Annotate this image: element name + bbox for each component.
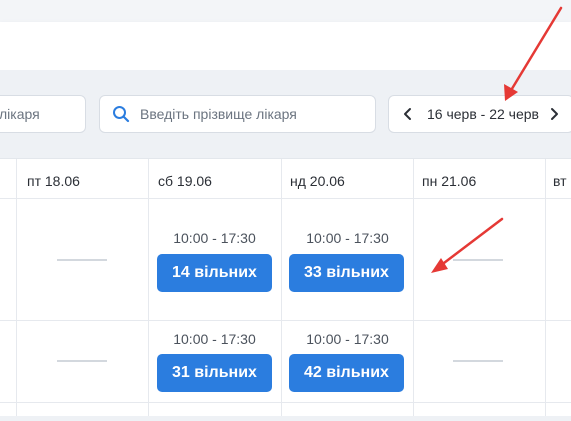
no-slots-dash: [57, 360, 107, 362]
doctor-search-input[interactable]: Введіть прізвище лікаря: [99, 95, 376, 133]
time-range: 10:00 - 17:30: [306, 230, 389, 246]
schedule-cell: 10:00 - 17:30 14 вільних: [149, 199, 280, 299]
free-slots-button[interactable]: 31 вільних: [157, 354, 272, 392]
day-header-tue: вт: [553, 173, 567, 189]
chevron-right-icon[interactable]: [549, 107, 559, 121]
doctor-search-placeholder: Введіть прізвище лікаря: [140, 106, 297, 122]
free-slots-button[interactable]: 33 вільних: [289, 254, 404, 292]
no-slots-dash: [57, 259, 107, 261]
chevron-left-icon[interactable]: [403, 107, 413, 121]
day-header-fri: пт 18.06: [27, 173, 80, 189]
no-slots-dash: [453, 259, 503, 261]
free-slots-button[interactable]: 14 вільних: [157, 254, 272, 292]
week-range-label: 16 черв - 22 черв: [427, 106, 539, 122]
specialty-placeholder: лікаря: [0, 106, 40, 122]
time-range: 10:00 - 17:30: [173, 331, 256, 347]
free-slots-button[interactable]: 42 вільних: [289, 354, 404, 392]
search-icon: [112, 105, 130, 123]
specialty-input[interactable]: лікаря: [0, 95, 86, 133]
filter-bar: лікаря Введіть прізвище лікаря 16 черв -…: [0, 70, 571, 158]
week-selector: 16 черв - 22 черв: [388, 95, 571, 133]
no-slots-dash: [453, 360, 503, 362]
schedule-cell: 10:00 - 17:30 33 вільних: [282, 199, 413, 299]
time-range: 10:00 - 17:30: [173, 230, 256, 246]
day-header-sun: нд 20.06: [290, 173, 345, 189]
day-header-sat: сб 19.06: [158, 173, 212, 189]
page-header: [0, 22, 571, 70]
time-range: 10:00 - 17:30: [306, 331, 389, 347]
schedule-cell: 10:00 - 17:30 42 вільних: [282, 321, 413, 421]
schedule-cell: 10:00 - 17:30 31 вільних: [149, 321, 280, 421]
top-strip: [0, 0, 571, 22]
day-header-mon: пн 21.06: [422, 173, 477, 189]
schedule-grid: пт 18.06 сб 19.06 нд 20.06 пн 21.06 вт 1…: [0, 158, 571, 416]
